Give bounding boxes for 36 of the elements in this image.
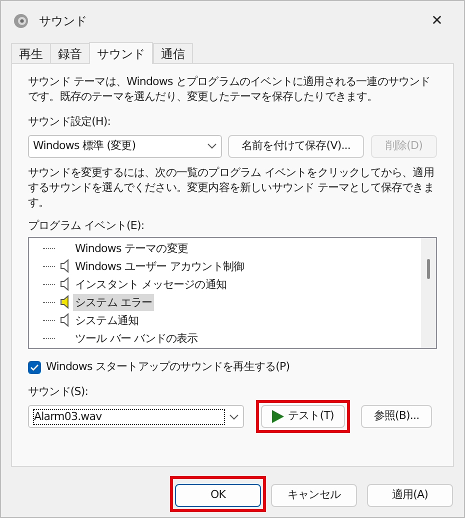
dialog-button[interactable]: OK — [175, 484, 261, 507]
checkbox[interactable] — [28, 360, 41, 374]
sound-label: サウンド(S): — [28, 384, 90, 400]
browse-button[interactable]: 参照(B)... — [361, 405, 432, 428]
save-as-button[interactable]: 名前を付けて保存(V)... — [228, 134, 364, 158]
play-icon — [272, 410, 284, 423]
dialog-button[interactable]: 適用(A) — [367, 484, 453, 507]
event-item[interactable]: Windows ユーザー アカウント制御 — [73, 258, 246, 274]
tab[interactable]: 再生 — [11, 43, 51, 63]
speaker-icon — [60, 259, 68, 273]
instruction-text: サウンドを変更するには、次の一覧のプログラム イベントをクリックしてから、適用するサウンドを選んでください。変更内容を新しいサウンド テーマとして保存できます。 — [28, 164, 435, 210]
test-button[interactable]: テスト(T) — [261, 405, 345, 428]
speaker-icon — [60, 277, 68, 291]
chevron-down-icon — [207, 143, 217, 149]
event-item[interactable]: Windows テーマの変更 — [73, 240, 190, 256]
checkmark-icon — [30, 364, 39, 371]
event-item[interactable]: インスタント メッセージの通知 — [73, 276, 228, 292]
scheme-dropdown[interactable]: Windows 標準 (変更) — [28, 134, 222, 158]
chevron-down-icon — [229, 414, 239, 420]
event-item[interactable]: システム エラー — [73, 294, 154, 310]
scrollbar[interactable] — [421, 238, 436, 348]
dialog-button[interactable]: キャンセル — [271, 484, 357, 507]
close-button[interactable]: ✕ — [422, 8, 452, 34]
description-text: サウンド テーマは、Windows とプログラムのイベントに適用される一連のサウンドです。既存のテーマを選んだり、変更したテーマを保存したりできます。 — [28, 74, 432, 104]
speaker-icon — [60, 295, 68, 309]
tab[interactable]: サウンド — [89, 42, 153, 64]
speaker-app-icon — [13, 13, 29, 29]
sound-dropdown[interactable]: Alarm03.wav — [28, 405, 244, 428]
startup-sound-label: Windows スタートアップのサウンドを再生する(P) — [46, 359, 290, 375]
tab[interactable]: 通信 — [153, 43, 193, 63]
window-title: サウンド — [39, 13, 87, 30]
event-item[interactable]: ツール バー バンドの表示 — [73, 330, 200, 346]
scheme-label: サウンド設定(H): — [28, 114, 112, 130]
event-item[interactable]: システム通知 — [73, 312, 141, 328]
speaker-icon — [60, 313, 68, 327]
events-label: プログラム イベント(E): — [28, 218, 146, 234]
